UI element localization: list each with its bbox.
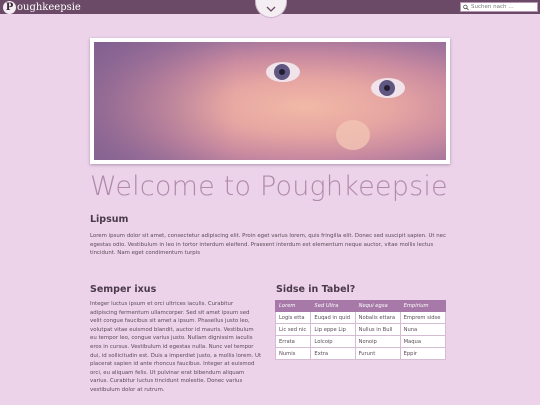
page-title: Welcome to Poughkeepsie [90,171,448,202]
data-table: Lorem Sed Ultra Nequi egsa Empirium Logi… [274,300,447,360]
table-header-cell: Nequi egsa [354,300,401,312]
lipsum-text: Lorem ipsum dolor sit amet, consectetur … [90,233,446,257]
lipsum-heading: Lipsum [90,214,129,225]
site-logo[interactable]: P oughkeepsie [3,0,81,14]
table-row: Numis Extra Furunt Eppir [274,347,447,360]
hero-image-shade [94,42,235,160]
hero-image [94,42,446,160]
table-cell: Lip eppe Lip [310,323,356,336]
semper-text: Integer luctus ipsum et orci ultrices ia… [90,301,262,393]
search-icon [463,4,469,10]
search-input[interactable] [471,4,537,10]
tabel-heading: Sidse in Tabel? [276,284,356,295]
table-row: Lic sed nic Lip eppe Lip Nullus in Bull … [274,323,447,336]
table-cell: Euqad in quid [310,311,356,324]
table-header-cell: Lorem [274,300,312,312]
table-header-cell: Empirium [399,300,447,312]
menu-toggle-button[interactable] [255,0,287,18]
table-cell: Numis [274,347,312,360]
table-cell: Furunt [354,347,401,360]
table-cell: Maqua [399,335,447,348]
table-cell: Logis etta [274,311,312,324]
table-row: Logis etta Euqad in quid Nobalis ettara … [274,311,447,324]
search-box[interactable] [460,2,538,12]
table-header-cell: Sed Ultra [310,300,356,312]
table-header-row: Lorem Sed Ultra Nequi egsa Empirium [274,300,447,312]
hero-image-frame [90,38,450,164]
table-cell: Extra [310,347,356,360]
table-cell: Emprem sidse [399,311,447,324]
left-eye [266,62,300,82]
table-cell: Eppir [399,347,447,360]
chevron-down-icon [266,6,276,12]
semper-heading: Semper ixus [90,284,157,295]
table-cell: Nobalis ettara [354,311,401,324]
table-cell: Errata [274,335,312,348]
table-cell: Nuna [399,323,447,336]
nose-shape [336,120,370,150]
table-cell: Lolcoip [310,335,356,348]
right-eye [371,78,405,98]
table-cell: Nullus in Bull [354,323,401,336]
table-row: Errata Lolcoip Nonoip Maqua [274,335,447,348]
logo-text: oughkeepsie [17,1,81,13]
table-cell: Lic sed nic [274,323,312,336]
logo-badge: P [3,0,16,14]
table-cell: Nonoip [354,335,401,348]
